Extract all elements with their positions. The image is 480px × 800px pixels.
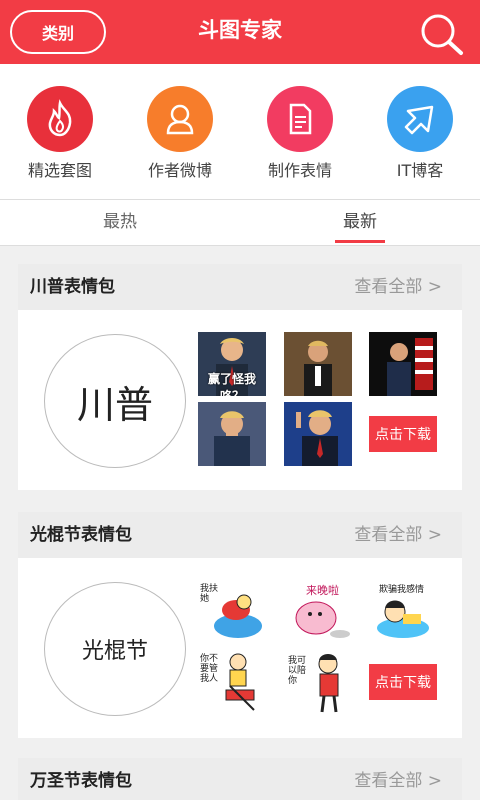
quick-link-author-weibo[interactable]: 作者微博: [130, 86, 230, 181]
tab-latest[interactable]: 最新: [300, 200, 420, 246]
thumbnail-caption: 我可以陪你: [288, 656, 307, 686]
quick-link-label: 精选套图: [27, 161, 92, 180]
tab-hot[interactable]: 最热: [60, 200, 180, 246]
quick-link-label: IT博客: [396, 161, 444, 180]
sticker-thumbnail[interactable]: [284, 402, 352, 466]
sticker-thumbnail[interactable]: [369, 332, 437, 396]
quick-link-it-blog[interactable]: IT博客: [370, 86, 470, 181]
sticker-thumbnail[interactable]: 你不要管我人: [198, 650, 266, 714]
person-icon: [147, 86, 213, 152]
pack-header: 川普表情包 查看全部 >: [18, 264, 462, 310]
pack-title: 光棍节表情包: [30, 525, 132, 545]
quick-links: 精选套图 作者微博 制作表情 IT博客: [0, 64, 480, 200]
tab-latest-label: 最新: [343, 212, 377, 232]
tab-bar: 最热 最新: [0, 200, 480, 246]
thumbnail-caption: 来晚啦: [306, 584, 339, 597]
view-all-link[interactable]: 查看全部 >: [354, 512, 442, 558]
download-button[interactable]: 点击下载: [369, 664, 437, 700]
quick-link-make-sticker[interactable]: 制作表情: [250, 86, 350, 181]
quick-link-featured[interactable]: 精选套图: [10, 86, 110, 181]
pack-cover[interactable]: 川普: [44, 334, 186, 468]
sticker-thumbnail[interactable]: 欺骗我感情: [369, 580, 437, 644]
pack-title: 川普表情包: [30, 277, 115, 297]
flame-icon: [27, 86, 93, 152]
thumbnail-caption: 你不要管我人: [200, 654, 219, 684]
quick-link-label: 制作表情: [267, 161, 332, 180]
pack-body: 光棍节 我扶她 来晚啦 欺骗我感情 你不要管我人 我可以陪你 点击下载: [18, 558, 462, 738]
thumbnail-caption: 我扶她: [200, 584, 219, 604]
download-button[interactable]: 点击下载: [369, 416, 437, 452]
arrow-icon: [387, 86, 453, 152]
pack-body: 川普 赢了怪我咯？ 点击下载: [18, 310, 462, 490]
sticker-pack-trump: 川普表情包 查看全部 > 川普 赢了怪我咯？ 点击下载: [18, 264, 462, 490]
quick-link-label: 作者微博: [147, 161, 212, 180]
pack-header: 光棍节表情包 查看全部 >: [18, 512, 462, 558]
sticker-pack-singles-day: 光棍节表情包 查看全部 > 光棍节 我扶她 来晚啦 欺骗我感情 你不要管我人 我…: [18, 512, 462, 738]
category-button[interactable]: 类别: [10, 10, 106, 54]
search-icon[interactable]: [418, 12, 466, 56]
tab-active-indicator: [335, 240, 385, 243]
sticker-thumbnail[interactable]: 我可以陪你: [284, 650, 352, 714]
sticker-thumbnail[interactable]: [284, 332, 352, 396]
sticker-thumbnail[interactable]: 来晚啦: [284, 580, 352, 644]
document-icon: [267, 86, 333, 152]
sticker-thumbnail[interactable]: 赢了怪我咯？: [198, 332, 266, 396]
thumbnail-caption: 欺骗我感情: [379, 585, 425, 595]
sticker-pack-halloween: 万圣节表情包 查看全部 >: [18, 758, 462, 800]
thumbnail-caption: 赢了怪我咯？: [207, 372, 256, 396]
pack-title: 万圣节表情包: [30, 771, 132, 791]
pack-header: 万圣节表情包 查看全部 >: [18, 758, 462, 800]
view-all-link[interactable]: 查看全部 >: [354, 758, 442, 800]
pack-cover[interactable]: 光棍节: [44, 582, 186, 716]
sticker-thumbnail[interactable]: [198, 402, 266, 466]
sticker-thumbnail[interactable]: 我扶她: [198, 580, 266, 644]
app-header: 类别 斗图专家: [0, 0, 480, 64]
view-all-link[interactable]: 查看全部 >: [354, 264, 442, 310]
